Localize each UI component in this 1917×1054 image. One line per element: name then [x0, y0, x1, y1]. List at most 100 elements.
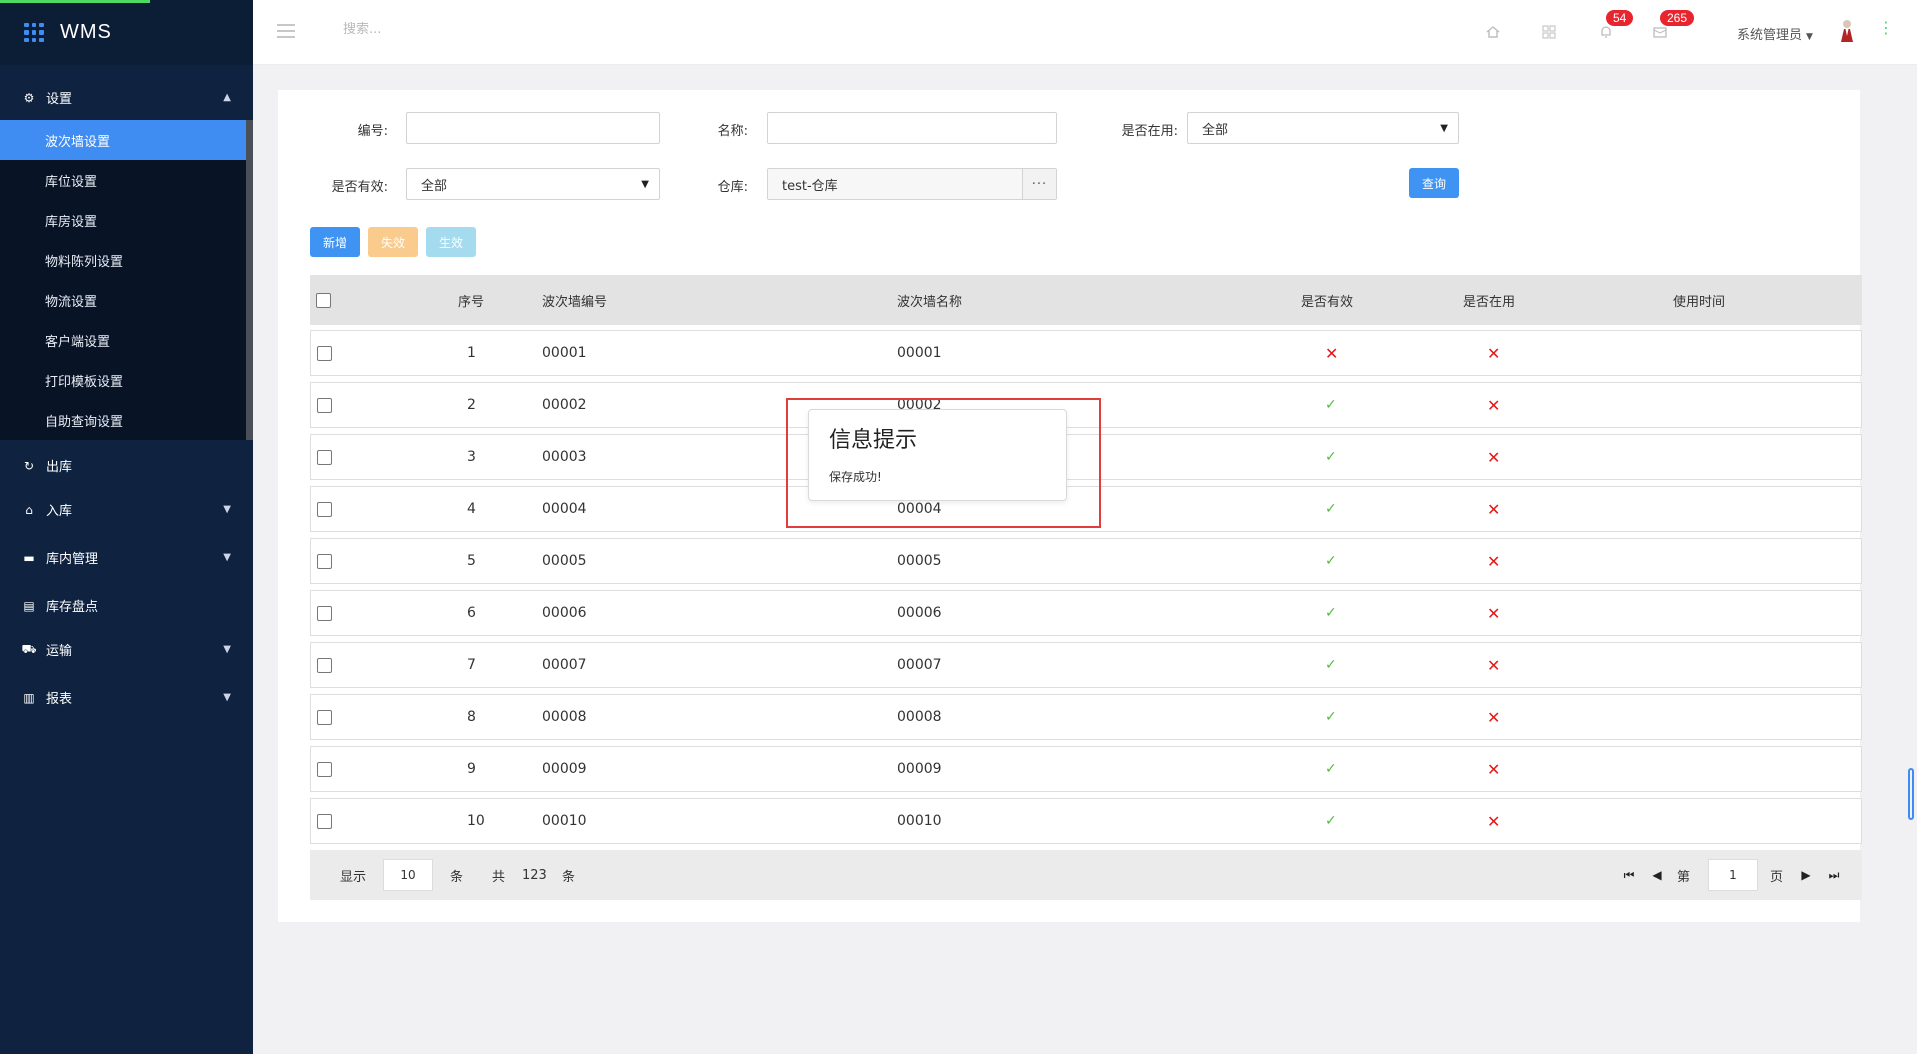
page-input[interactable]: 1 — [1708, 859, 1758, 891]
more-icon[interactable]: ⋮ — [1878, 18, 1894, 37]
cross-icon: ✕ — [1487, 707, 1501, 727]
menu-head-inventory[interactable]: ▤ 库存盘点 — [0, 583, 253, 628]
chevron-down-icon: ▼ — [223, 504, 231, 515]
search-input[interactable] — [343, 22, 563, 37]
cell-code: 00010 — [542, 813, 587, 829]
home-icon[interactable] — [1483, 22, 1503, 42]
sidebar-item-storeroom[interactable]: 库房设置 — [0, 200, 253, 240]
row-checkbox[interactable] — [317, 813, 332, 829]
warehouse-field[interactable]: test-仓库 ··· — [767, 168, 1057, 200]
sidebar-item-wave-wall[interactable]: 波次墙设置 — [0, 120, 253, 160]
invalidate-button[interactable]: 失效 — [368, 227, 418, 257]
menu-head-warehouse[interactable]: ▬ 库内管理 ▼ — [0, 535, 253, 580]
cross-icon: ✕ — [1487, 603, 1501, 623]
menu-head-report[interactable]: ▥ 报表 ▼ — [0, 675, 253, 720]
menu-head-inbound[interactable]: ⌂ 入库 ▼ — [0, 487, 253, 532]
code-label: 编号: — [357, 124, 388, 139]
check-icon: ✓ — [1325, 501, 1337, 517]
avatar[interactable] — [1839, 18, 1855, 44]
dialog-message: 保存成功! — [829, 470, 882, 484]
chevron-down-icon: ▼ — [223, 552, 231, 563]
cell-code: 00002 — [542, 397, 587, 413]
sidebar-item-print-template[interactable]: 打印模板设置 — [0, 360, 253, 400]
col-seq: 序号 — [458, 294, 485, 310]
row-checkbox[interactable] — [317, 345, 332, 361]
table-row[interactable]: 9 00009 00009 ✓ ✕ — [310, 746, 1862, 792]
cell-name: 00008 — [897, 709, 942, 725]
table-row[interactable]: 1 00001 00001 ✕ ✕ — [310, 330, 1862, 376]
cell-seq: 3 — [467, 449, 476, 465]
row-checkbox[interactable] — [317, 761, 332, 777]
next-page-icon[interactable]: ▶ — [1798, 867, 1814, 883]
chevron-down-icon: ▼ — [1440, 122, 1448, 134]
menu-head-outbound[interactable]: ↻ 出库 — [0, 443, 253, 488]
in-use-value: 全部 — [1202, 122, 1229, 138]
row-checkbox[interactable] — [317, 657, 332, 673]
sidebar-item-self-query[interactable]: 自助查询设置 — [0, 400, 253, 440]
page-size-input[interactable]: 10 — [383, 859, 433, 891]
menu-toggle-icon[interactable] — [277, 24, 295, 38]
row-checkbox[interactable] — [317, 397, 332, 413]
sidebar-item-location[interactable]: 库位设置 — [0, 160, 253, 200]
row-checkbox[interactable] — [317, 449, 332, 465]
chart-icon: ▥ — [23, 690, 35, 705]
table-row[interactable]: 10 00010 00010 ✓ ✕ — [310, 798, 1862, 844]
prev-page-icon[interactable]: ◀ — [1649, 867, 1665, 883]
sidebar-item-material-display[interactable]: 物料陈列设置 — [0, 240, 253, 280]
cell-name: 00005 — [897, 553, 942, 569]
add-button[interactable]: 新增 — [310, 227, 360, 257]
message-icon[interactable]: 265 — [1650, 10, 1695, 42]
query-button[interactable]: 查询 — [1409, 168, 1459, 198]
first-page-icon[interactable]: ⏮ — [1621, 867, 1637, 883]
check-icon: ✓ — [1325, 813, 1337, 829]
menu-label: 入库 — [46, 504, 73, 519]
cell-code: 00001 — [542, 345, 587, 361]
table-row[interactable]: 5 00005 00005 ✓ ✕ — [310, 538, 1862, 584]
message-badge: 265 — [1660, 10, 1695, 26]
apps-grid-icon[interactable] — [24, 22, 44, 43]
col-time: 使用时间 — [1673, 294, 1726, 310]
table-row[interactable]: 8 00008 00008 ✓ ✕ — [310, 694, 1862, 740]
check-icon: ✓ — [1325, 449, 1337, 465]
lookup-button[interactable]: ··· — [1022, 169, 1056, 199]
menu-outbound: ↻ 出库 — [0, 443, 253, 488]
info-dialog[interactable]: 信息提示 保存成功! — [808, 409, 1067, 501]
submenu-scrollbar[interactable] — [246, 120, 253, 440]
row-checkbox[interactable] — [317, 553, 332, 569]
in-use-select[interactable]: 全部 ▼ — [1187, 112, 1459, 144]
sidebar-item-client[interactable]: 客户端设置 — [0, 320, 253, 360]
row-checkbox[interactable] — [317, 709, 332, 725]
cell-code: 00005 — [542, 553, 587, 569]
cell-code: 00004 — [542, 501, 587, 517]
select-all-checkbox[interactable] — [316, 292, 331, 308]
row-checkbox[interactable] — [317, 605, 332, 621]
bell-icon[interactable]: 54 — [1596, 10, 1634, 42]
name-label: 名称: — [717, 124, 748, 139]
table-row[interactable]: 7 00007 00007 ✓ ✕ — [310, 642, 1862, 688]
code-input[interactable] — [406, 112, 660, 144]
notification-badge: 54 — [1606, 10, 1634, 26]
menu-inbound: ⌂ 入库 ▼ — [0, 487, 253, 532]
loading-bar — [0, 0, 150, 3]
chevron-down-icon: ▼ — [223, 644, 231, 655]
name-input[interactable] — [767, 112, 1057, 144]
menu-head-transport[interactable]: ⛟ 运输 ▼ — [0, 627, 253, 672]
table-row[interactable]: 6 00006 00006 ✓ ✕ — [310, 590, 1862, 636]
check-icon: ✓ — [1325, 605, 1337, 621]
page-scroll-indicator[interactable] — [1908, 768, 1914, 820]
row-checkbox[interactable] — [317, 501, 332, 517]
cell-code: 00009 — [542, 761, 587, 777]
menu-warehouse: ▬ 库内管理 ▼ — [0, 535, 253, 580]
sidebar-item-logistics[interactable]: 物流设置 — [0, 280, 253, 320]
total-unit: 条 — [562, 869, 576, 885]
valid-select[interactable]: 全部 ▼ — [406, 168, 660, 200]
grid-icon[interactable] — [1539, 22, 1559, 42]
user-menu[interactable]: 系统管理员 ▼ — [1737, 24, 1813, 43]
dialog-title: 信息提示 — [829, 428, 918, 453]
total-label: 共 — [492, 869, 506, 885]
activate-button[interactable]: 生效 — [426, 227, 476, 257]
menu-label: 库内管理 — [46, 552, 99, 567]
last-page-icon[interactable]: ⏭ — [1826, 867, 1842, 883]
cross-icon: ✕ — [1487, 655, 1501, 675]
menu-head-settings[interactable]: ⚙ 设置 ▲ — [0, 75, 253, 120]
